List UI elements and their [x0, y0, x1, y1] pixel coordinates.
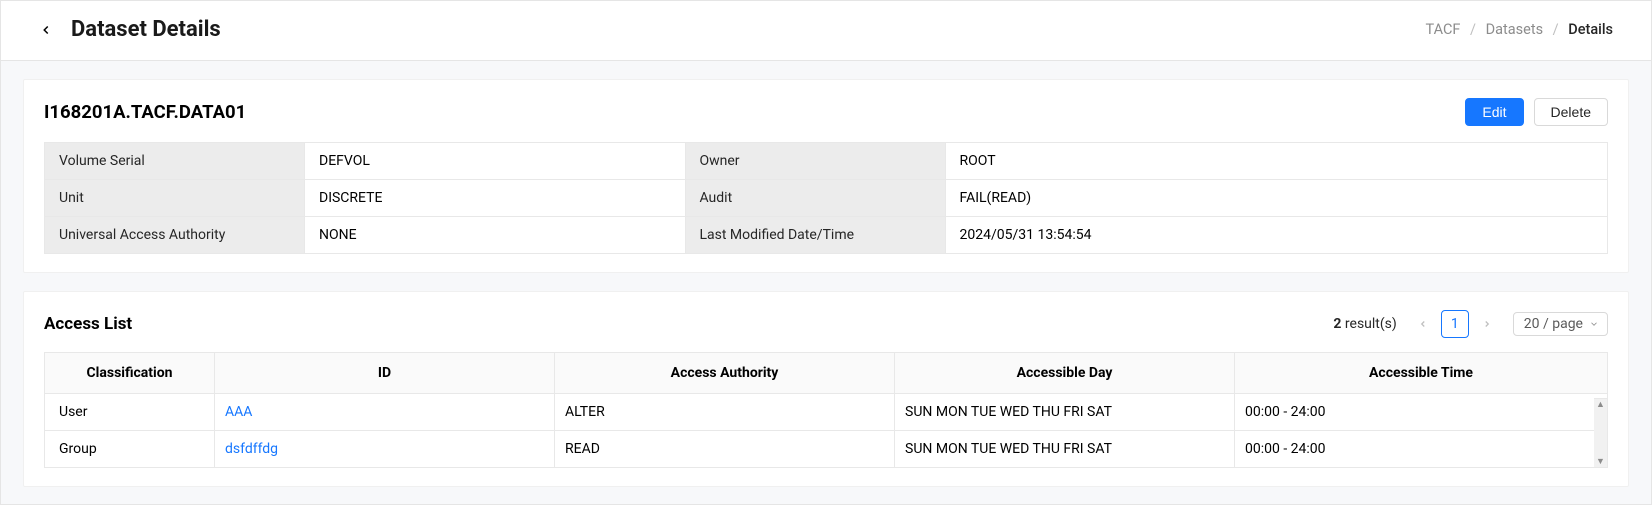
breadcrumb-root[interactable]: TACF: [1425, 21, 1460, 38]
cell-id-link[interactable]: dsfdffdg: [225, 441, 278, 457]
access-table: Classification ID Access Authority Acces…: [44, 352, 1608, 468]
cell-id-link[interactable]: AAA: [225, 404, 252, 420]
access-table-wrap: Classification ID Access Authority Acces…: [24, 352, 1628, 468]
label-volume-serial: Volume Serial: [45, 143, 305, 180]
breadcrumb-current: Details: [1568, 21, 1613, 38]
page-header: Dataset Details TACF / Datasets / Detail…: [1, 1, 1651, 61]
scroll-up-icon: ▲: [1596, 399, 1605, 410]
page-size-select[interactable]: 20 / page: [1513, 312, 1608, 336]
scroll-down-icon: ▼: [1596, 456, 1605, 467]
col-classification: Classification: [45, 353, 215, 394]
page-size-label: 20 / page: [1524, 316, 1583, 332]
label-owner: Owner: [685, 143, 945, 180]
access-header: Access List 2 result(s) 1 20 / page: [24, 310, 1628, 352]
cell-time: 00:00 - 24:00: [1235, 394, 1608, 431]
access-panel: Access List 2 result(s) 1 20 / page: [23, 291, 1629, 487]
label-modified: Last Modified Date/Time: [685, 217, 945, 254]
pager-next-icon[interactable]: [1475, 312, 1499, 336]
pager-page-1[interactable]: 1: [1441, 310, 1469, 338]
dataset-actions: Edit Delete: [1465, 98, 1608, 126]
cell-authority: ALTER: [555, 394, 895, 431]
pager: 1: [1411, 310, 1499, 338]
cell-day: SUN MON TUE WED THU FRI SAT: [895, 394, 1235, 431]
access-title: Access List: [44, 314, 132, 334]
result-number: 2: [1333, 316, 1341, 332]
col-time: Accessible Time: [1235, 353, 1608, 394]
label-unit: Unit: [45, 180, 305, 217]
cell-classification: Group: [45, 431, 215, 468]
dataset-header: I168201A.TACF.DATA01 Edit Delete: [24, 98, 1628, 142]
col-authority: Access Authority: [555, 353, 895, 394]
back-icon[interactable]: [39, 23, 53, 37]
dataset-name: I168201A.TACF.DATA01: [44, 101, 246, 123]
delete-button[interactable]: Delete: [1534, 98, 1608, 126]
edit-button[interactable]: Edit: [1465, 98, 1523, 126]
cell-authority: READ: [555, 431, 895, 468]
access-controls: 2 result(s) 1 20 / page: [1333, 310, 1608, 338]
value-uacc: NONE: [305, 217, 686, 254]
col-day: Accessible Day: [895, 353, 1235, 394]
dataset-details-table: Volume Serial DEFVOL Owner ROOT Unit DIS…: [44, 142, 1608, 254]
breadcrumb-sep: /: [1553, 21, 1559, 38]
result-count: 2 result(s): [1333, 316, 1396, 332]
table-row: Group dsfdffdg READ SUN MON TUE WED THU …: [45, 431, 1608, 468]
page-title: Dataset Details: [71, 17, 221, 42]
access-table-header-row: Classification ID Access Authority Acces…: [45, 353, 1608, 394]
breadcrumb: TACF / Datasets / Details: [1425, 21, 1613, 38]
cell-time: 00:00 - 24:00: [1235, 431, 1608, 468]
label-audit: Audit: [685, 180, 945, 217]
result-suffix: result(s): [1345, 316, 1397, 332]
breadcrumb-parent[interactable]: Datasets: [1486, 21, 1543, 38]
breadcrumb-sep: /: [1470, 21, 1476, 38]
label-uacc: Universal Access Authority: [45, 217, 305, 254]
cell-classification: User: [45, 394, 215, 431]
cell-day: SUN MON TUE WED THU FRI SAT: [895, 431, 1235, 468]
chevron-down-icon: [1589, 319, 1599, 329]
value-volume-serial: DEFVOL: [305, 143, 686, 180]
table-row: User AAA ALTER SUN MON TUE WED THU FRI S…: [45, 394, 1608, 431]
value-audit: FAIL(READ): [945, 180, 1608, 217]
value-unit: DISCRETE: [305, 180, 686, 217]
scrollbar[interactable]: ▲ ▼: [1594, 398, 1608, 468]
dataset-panel: I168201A.TACF.DATA01 Edit Delete Volume …: [23, 79, 1629, 273]
header-left: Dataset Details: [39, 17, 221, 42]
value-owner: ROOT: [945, 143, 1608, 180]
col-id: ID: [215, 353, 555, 394]
value-modified: 2024/05/31 13:54:54: [945, 217, 1608, 254]
pager-prev-icon[interactable]: [1411, 312, 1435, 336]
